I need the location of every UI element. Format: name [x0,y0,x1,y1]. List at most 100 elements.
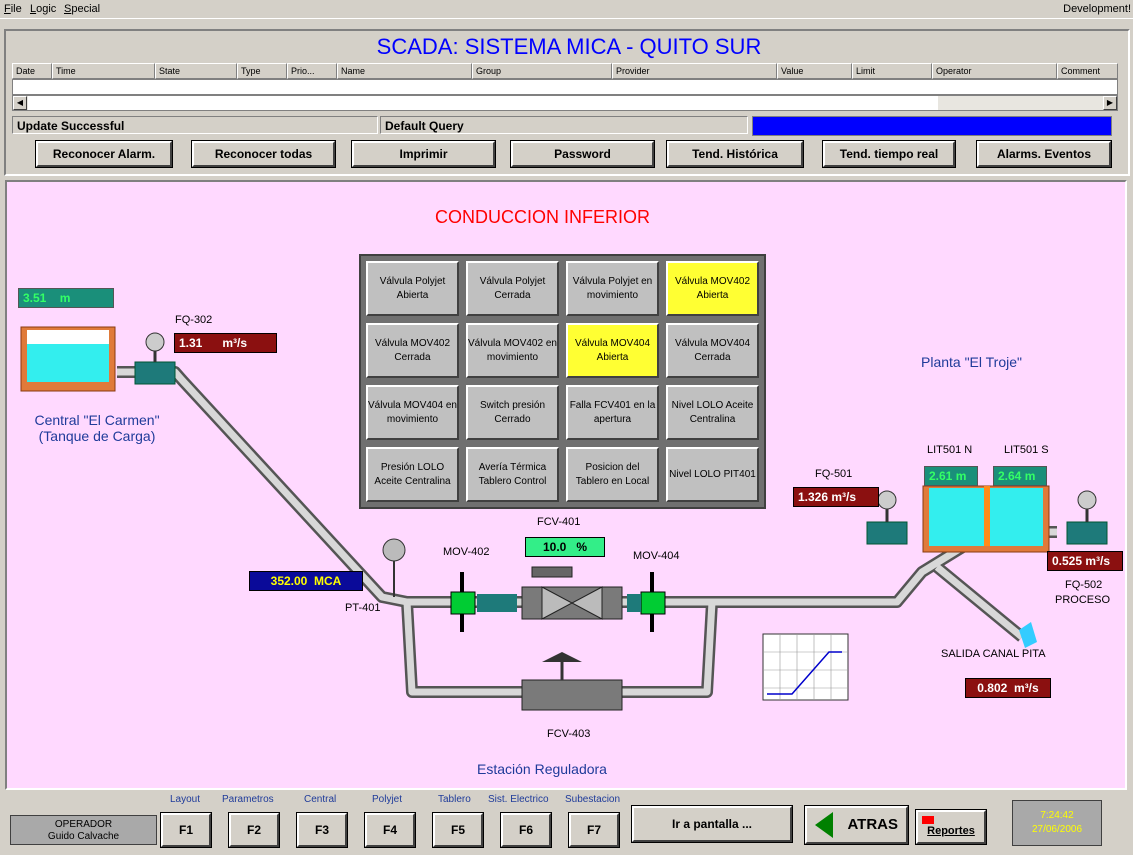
bottom-bar: OPERADOR Guido Calvache Layout F1 Parame… [0,792,1133,855]
indicator-falla-fcv401[interactable]: Falla FCV401 en la apertura [566,385,659,440]
indicator-switch-presion[interactable]: Switch presión Cerrado [466,385,559,440]
reconocer-todas-button[interactable]: Reconocer todas [191,140,336,168]
fcv401-value: 10.0 % [525,537,605,557]
indicator-mov404-abierta[interactable]: Válvula MOV404 Abierta [566,323,659,378]
col-group[interactable]: Group [472,63,612,79]
password-button[interactable]: Password [510,140,655,168]
col-state[interactable]: State [155,63,237,79]
indicator-polyjet-abierta[interactable]: Válvula Polyjet Abierta [366,261,459,316]
col-prio[interactable]: Prio... [287,63,337,79]
menu-bar: File Logic Special Development! [0,0,1133,19]
indicator-mov404-cerrada[interactable]: Válvula MOV404 Cerrada [666,323,759,378]
fq502-sub: PROCESO [1055,594,1111,606]
tend-tiempo-real-button[interactable]: Tend. tiempo real [822,140,956,168]
query-text: Default Query [380,116,748,134]
indicator-mov402-movimiento[interactable]: Válvula MOV402 en movimiento [466,323,559,378]
central-label: Central "El Carmen" (Tanque de Carga) [34,412,160,444]
reconocer-alarm-button[interactable]: Reconocer Alarm. [35,140,173,168]
scada-title: SCADA: SISTEMA MICA - QUITO SUR [376,34,762,59]
process-display: CONDUCCION INFERIOR 3.51 m FQ-302 1.31 m… [5,180,1127,790]
report-flag-icon [922,816,934,824]
fq502-value: 0.525 m³/s [1047,551,1123,571]
scroll-thumb[interactable] [28,96,938,110]
clock-time: 7:24:42 [1040,810,1074,821]
indicator-posicion-tablero[interactable]: Posicion del Tablero en Local [566,447,659,502]
valve-mov402 [450,572,517,632]
menu-logic[interactable]: Logic [30,3,56,15]
status-text: Update Successful [12,116,378,134]
indicator-mov404-movimiento[interactable]: Válvula MOV404 en movimiento [366,385,459,440]
trend-chart-icon [762,633,849,701]
lit501s-tag: LIT501 S [1004,444,1049,456]
indicator-averia-termica[interactable]: Avería Térmica Tablero Control [466,447,559,502]
alarms-eventos-button[interactable]: Alarms. Eventos [976,140,1112,168]
flow-meter-fq302 [134,332,176,385]
col-name[interactable]: Name [337,63,472,79]
indicator-polyjet-cerrada[interactable]: Válvula Polyjet Cerrada [466,261,559,316]
fkey-caption-polyjet: Polyjet [372,794,403,805]
indicator-polyjet-movimiento[interactable]: Válvula Polyjet en movimiento [566,261,659,316]
pt401-value: 352.00 MCA [249,571,363,591]
atras-button[interactable]: ATRAS [804,805,909,845]
reportes-button[interactable]: Reportes [915,809,987,845]
fkey-caption-subestacion: Subestacion [565,794,621,805]
col-provider[interactable]: Provider [612,63,777,79]
f4-button[interactable]: F4 [364,812,416,848]
progress-bar [752,116,1112,136]
scroll-left-icon[interactable]: ◀ [13,96,27,110]
col-limit[interactable]: Limit [852,63,932,79]
indicator-mov402-cerrada[interactable]: Válvula MOV402 Cerrada [366,323,459,378]
lit501s-value: 2.64 m [993,466,1047,486]
mov404-tag: MOV-404 [633,550,680,562]
alarm-list[interactable] [12,79,1118,95]
menu-special[interactable]: Special [64,3,100,15]
salida-value: 0.802 m³/s [965,678,1051,698]
imprimir-button[interactable]: Imprimir [351,140,496,168]
col-type[interactable]: Type [237,63,287,79]
fq302-tag: FQ-302 [175,314,213,326]
fkey-caption-central: Central [304,794,337,805]
menu-file[interactable]: File [4,3,22,15]
alarm-columns: Date Time State Type Prio... Name Group … [12,63,1118,79]
operator-box: OPERADOR Guido Calvache [10,815,157,845]
ir-a-pantalla-button[interactable]: Ir a pantalla ... [631,805,793,843]
horizontal-scrollbar[interactable]: ◀ ▶ [12,95,1118,111]
col-time[interactable]: Time [52,63,155,79]
salida-label: SALIDA CANAL PITA [941,648,1046,660]
tend-historica-button[interactable]: Tend. Histórica [666,140,804,168]
development-label[interactable]: Development! [1063,3,1131,15]
fkey-caption-parametros: Parametros [222,794,274,805]
lit501n-value: 2.61 m [924,466,978,486]
pt401-tag: PT-401 [345,602,381,614]
scroll-right-icon[interactable]: ▶ [1103,96,1117,110]
lit501n-tag: LIT501 N [927,444,973,456]
col-comment[interactable]: Comment [1057,63,1118,79]
indicator-mov402-abierta[interactable]: Válvula MOV402 Abierta [666,261,759,316]
fq501-tag: FQ-501 [815,468,853,480]
flow-meter-fq502 [1066,490,1108,545]
col-operator[interactable]: Operator [932,63,1057,79]
fq501-value: 1.326 m³/s [793,487,879,507]
fkey-caption-sist-electrico: Sist. Electrico [488,794,549,805]
alarm-panel: SCADA: SISTEMA MICA - QUITO SUR Date Tim… [4,29,1130,176]
indicator-nivel-lolo-aceite[interactable]: Nivel LOLO Aceite Centralina [666,385,759,440]
estacion-label: Estación Reguladora [477,761,607,777]
back-arrow-icon [815,812,833,838]
f5-button[interactable]: F5 [432,812,484,848]
f1-button[interactable]: F1 [160,812,212,848]
fkey-caption-layout: Layout [170,794,201,805]
planta-label: Planta "El Troje" [921,354,1022,370]
col-value[interactable]: Value [777,63,852,79]
f3-button[interactable]: F3 [296,812,348,848]
f6-button[interactable]: F6 [500,812,552,848]
f2-button[interactable]: F2 [228,812,280,848]
indicator-nivel-lolo-pit401[interactable]: Nivel LOLO PIT401 [666,447,759,502]
tank-level-value: 3.51 m [18,288,114,308]
f7-button[interactable]: F7 [568,812,620,848]
valve-mov404 [627,572,666,632]
fkey-caption-tablero: Tablero [438,794,471,805]
valve-fcv403 [521,652,623,711]
indicator-presion-lolo[interactable]: Presión LOLO Aceite Centralina [366,447,459,502]
fq302-value: 1.31 m³/s [174,333,277,353]
col-date[interactable]: Date [12,63,52,79]
